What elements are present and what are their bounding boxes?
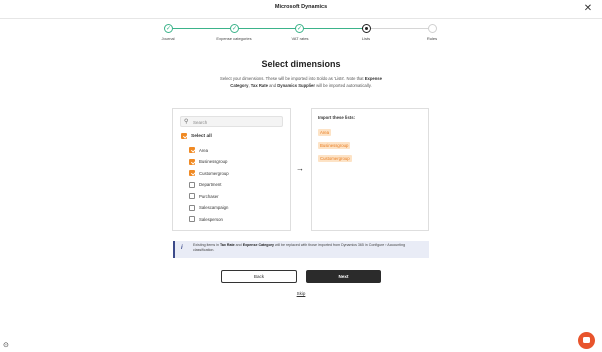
search-icon: ⚲ <box>184 119 189 125</box>
description-and: and <box>267 82 278 88</box>
description-text-end: will be imported automatically. <box>314 82 372 88</box>
info-text-start: Existing items in <box>193 243 220 247</box>
area-label: Area <box>199 147 209 153</box>
businessgroup-checkbox[interactable] <box>189 158 195 165</box>
step-label-vat-rates: VAT rates <box>291 36 309 41</box>
salescampaign-label: Salescampaign <box>199 205 229 210</box>
search-box: ⚲ <box>180 116 283 127</box>
chat-support-button[interactable] <box>578 332 595 349</box>
salescampaign-checkbox[interactable] <box>189 204 195 211</box>
description-text: Select your dimensions. These will be im… <box>220 76 365 81</box>
purchaser-checkbox[interactable] <box>189 193 195 199</box>
back-button[interactable]: Back <box>221 270 297 283</box>
import-tag-customergroup: Customergroup <box>318 155 352 162</box>
step-label-rules: Rules <box>426 36 438 41</box>
step-label-lists: Lists <box>361 36 371 41</box>
search-input[interactable] <box>193 118 279 126</box>
skip-link[interactable]: Skip <box>294 291 308 296</box>
next-button[interactable]: Next <box>306 270 381 283</box>
import-tag-area: Area <box>318 129 332 136</box>
step-connector <box>238 28 298 29</box>
arrow-right-icon: → <box>296 164 304 173</box>
title-bar: Microsoft Dynamics ✕ <box>0 0 602 19</box>
info-and: and <box>234 243 243 247</box>
customergroup-label: Customergroup <box>199 170 229 176</box>
step-label-expense-categories: Expense categories <box>216 36 252 41</box>
area-checkbox[interactable] <box>189 147 195 153</box>
select-all-label: Select all <box>191 133 212 139</box>
select-all-checkbox-box[interactable] <box>181 133 187 139</box>
step-rules-pending-icon <box>428 24 437 33</box>
loading-indicator-icon: ⊙ <box>3 342 9 349</box>
import-tag-businessgroup: Businessgroup <box>318 142 351 149</box>
step-connector <box>172 28 234 29</box>
salesperson-checkbox[interactable] <box>189 216 195 222</box>
step-expense-categories-check-icon: ✓ <box>230 24 239 33</box>
progress-stepper: ✓ ✓ ✓ Journal Expense categories VAT rat… <box>0 20 602 46</box>
info-expense-category: Expense Category <box>242 243 275 247</box>
department-label: Department <box>199 182 222 187</box>
close-icon[interactable]: ✕ <box>582 3 594 15</box>
chat-bubble-icon <box>583 337 590 343</box>
page-description: Select your dimensions. These will be im… <box>218 76 384 89</box>
department-checkbox[interactable] <box>189 181 195 188</box>
description-tax-rate: Tax Rate <box>250 82 268 88</box>
step-connector <box>303 28 363 29</box>
purchaser-label: Purchaser <box>199 193 219 199</box>
description-dynamics-supplier: Dynamics Supplier <box>277 82 315 88</box>
salesperson-label: Salesperson <box>199 216 223 222</box>
page-title: Select dimensions <box>261 59 341 69</box>
window-title: Microsoft Dynamics <box>274 4 328 10</box>
businessgroup-label: Businessgroup <box>199 159 228 164</box>
info-icon: i <box>181 245 183 251</box>
step-vat-rates-check-icon: ✓ <box>295 24 304 33</box>
step-connector <box>371 28 429 29</box>
dimensions-selector-panel: ⚲ Select all Area Businessgroup Customer… <box>172 108 291 231</box>
step-lists-current-icon <box>362 24 371 33</box>
step-journal-check-icon: ✓ <box>164 24 173 33</box>
import-lists-title: Import these lists: <box>318 115 356 120</box>
step-label-journal: Journal <box>161 36 175 41</box>
info-text: Existing items in Tax Rate and Expense C… <box>193 243 425 253</box>
info-tax-rate: Tax Rate <box>219 243 235 247</box>
info-banner: i Existing items in Tax Rate and Expense… <box>173 241 429 258</box>
customergroup-checkbox[interactable] <box>189 170 195 176</box>
import-lists-panel: Import these lists: Area Businessgroup C… <box>311 108 429 231</box>
